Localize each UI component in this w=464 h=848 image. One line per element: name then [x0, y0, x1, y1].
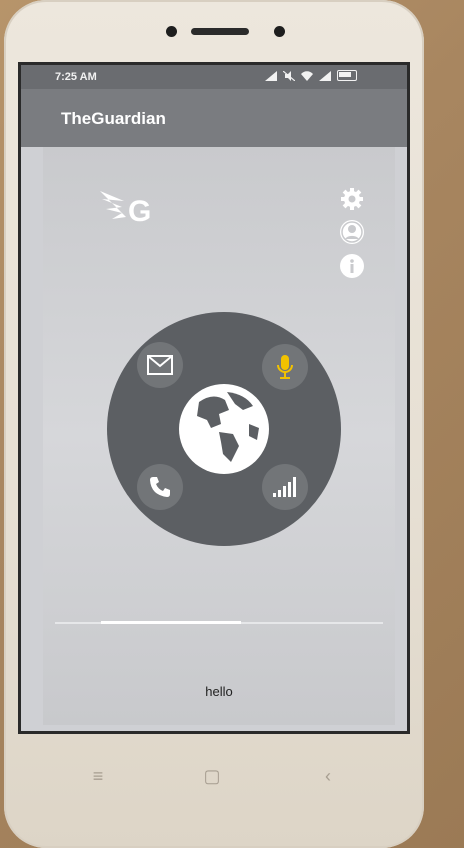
status-time: 7:25 AM: [55, 71, 97, 83]
signal-icon: [273, 477, 296, 497]
call-button[interactable]: [137, 464, 183, 510]
cell-signal-icon: [319, 70, 331, 81]
app-bar: TheGuardian: [21, 89, 407, 147]
logo-letter: G: [128, 195, 151, 228]
info-icon[interactable]: [340, 254, 364, 278]
progress-indicator: [101, 621, 241, 624]
screen: 7:25 AM TheGuardian G hello: [18, 62, 410, 734]
front-camera: [166, 26, 177, 37]
app-title: TheGuardian: [61, 109, 166, 128]
back-key[interactable]: ‹: [316, 766, 340, 787]
guardian-logo: G: [100, 191, 151, 228]
phone-frame: 7:25 AM TheGuardian G hello ≡ ▢ ‹: [4, 0, 424, 848]
status-bar: 7:25 AM: [21, 65, 407, 89]
main-content: G hello: [43, 147, 395, 725]
earpiece-speaker: [191, 28, 249, 35]
signal-status-icon: [265, 70, 277, 81]
status-icons: [265, 70, 357, 81]
battery-icon: [337, 70, 357, 81]
profile-icon[interactable]: [340, 220, 364, 244]
proximity-sensor: [274, 26, 285, 37]
signal-button[interactable]: [262, 464, 308, 510]
mail-button[interactable]: [137, 342, 183, 388]
wifi-icon: [301, 70, 313, 81]
microphone-button[interactable]: [262, 344, 308, 390]
phone-icon: [150, 477, 170, 497]
response-text: hello: [205, 684, 233, 699]
mute-icon: [283, 70, 295, 81]
mail-icon: [147, 355, 173, 375]
gear-icon[interactable]: [340, 187, 364, 211]
action-dial: [107, 312, 341, 546]
hardware-nav-keys: ≡ ▢ ‹: [4, 766, 424, 790]
globe-icon[interactable]: [179, 384, 269, 474]
menu-key[interactable]: ≡: [86, 766, 110, 787]
microphone-icon: [277, 355, 293, 379]
home-key[interactable]: ▢: [200, 766, 224, 787]
